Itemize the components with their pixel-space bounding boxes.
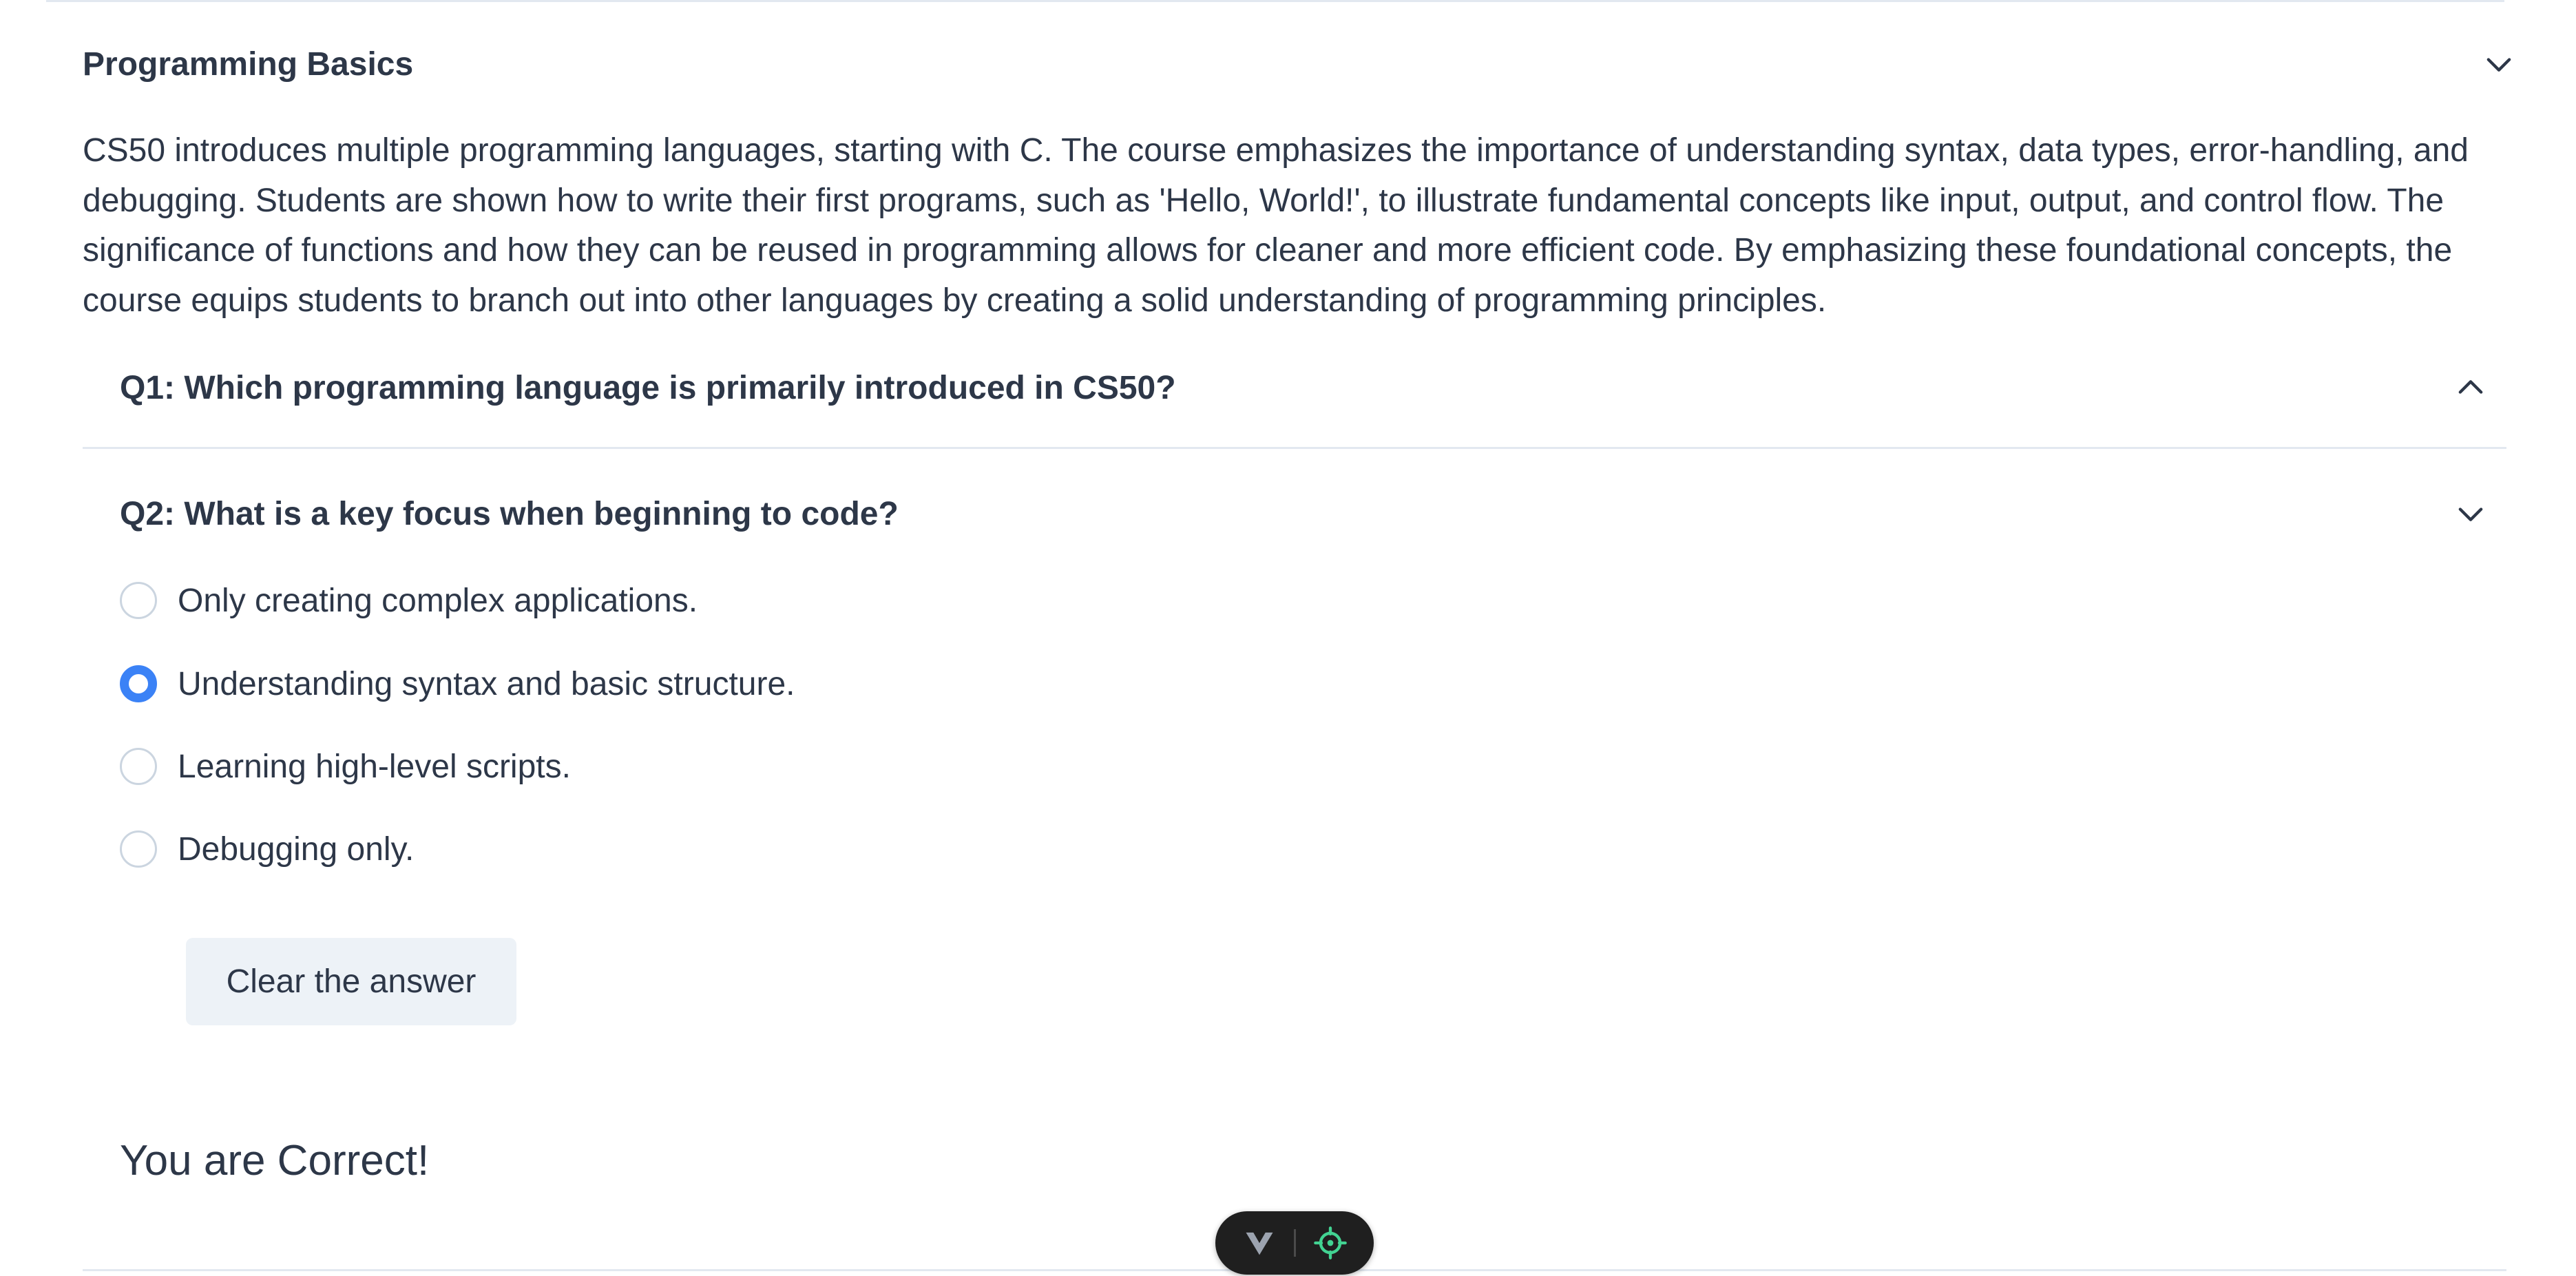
result-message: You are Correct! <box>120 1137 430 1184</box>
answer-option-label: Debugging only. <box>178 830 415 868</box>
answer-option[interactable]: Only creating complex applications. <box>120 578 698 623</box>
devtools-separator <box>1293 1229 1296 1257</box>
clear-answer-button[interactable]: Clear the answer <box>186 938 516 1025</box>
question-1-label: Q1: Which programming language is primar… <box>120 369 1176 406</box>
target-icon[interactable] <box>1312 1225 1348 1261</box>
question-divider <box>83 447 2506 449</box>
section-title: Programming Basics <box>83 45 414 83</box>
answer-option[interactable]: Debugging only. <box>120 827 414 871</box>
radio-button[interactable] <box>120 830 157 868</box>
vue-logo-icon[interactable] <box>1242 1225 1277 1261</box>
answer-option-label: Only creating complex applications. <box>178 582 698 619</box>
answer-option[interactable]: Learning high-level scripts. <box>120 744 571 788</box>
section-header[interactable]: Programming Basics <box>83 40 2517 88</box>
radio-button[interactable] <box>120 582 157 619</box>
radio-button[interactable] <box>120 748 157 785</box>
radio-button[interactable] <box>120 665 157 702</box>
section-description: CS50 introduces multiple programming lan… <box>83 132 2469 319</box>
answer-option-label: Understanding syntax and basic structure… <box>178 665 795 702</box>
answer-option[interactable]: Understanding syntax and basic structure… <box>120 662 795 706</box>
chevron-down-icon[interactable] <box>2481 46 2517 82</box>
chevron-up-icon[interactable] <box>2453 370 2489 406</box>
quiz-page: Programming Basics CS50 introduces multi… <box>0 0 2576 1276</box>
question-2-label: Q2: What is a key focus when beginning t… <box>120 495 899 532</box>
chevron-down-icon[interactable] <box>2453 496 2489 532</box>
question-1-header[interactable]: Q1: Which programming language is primar… <box>120 364 2489 412</box>
top-divider <box>46 0 2504 2</box>
answer-option-label: Learning high-level scripts. <box>178 748 571 785</box>
devtools-toolbar[interactable] <box>1215 1211 1374 1275</box>
question-2-header[interactable]: Q2: What is a key focus when beginning t… <box>120 490 2489 538</box>
